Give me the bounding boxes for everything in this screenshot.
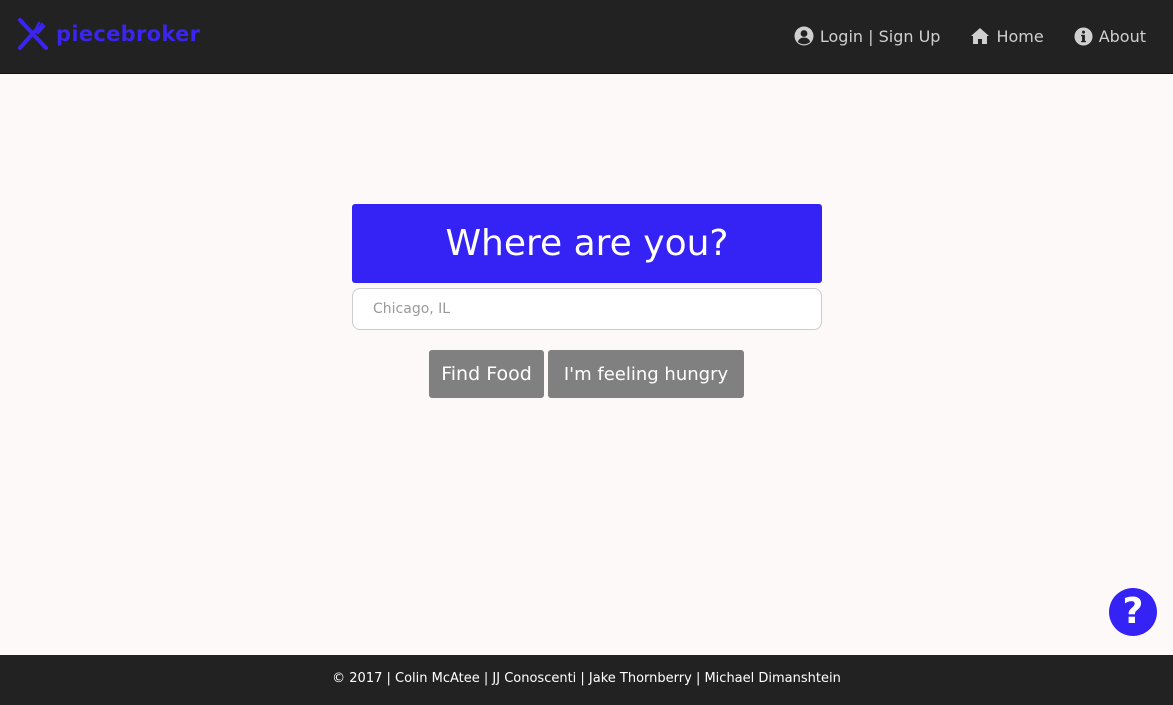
nav-links: Login | Sign Up Home About (794, 23, 1146, 49)
nav-about[interactable]: About (1074, 27, 1146, 46)
find-food-button[interactable]: Find Food (429, 350, 544, 398)
nav-login-signup[interactable]: Login | Sign Up (794, 26, 941, 46)
top-navbar: piecebroker Login | Sign Up Home About (0, 0, 1173, 74)
fork-knife-icon (18, 18, 48, 50)
nav-home[interactable]: Home (970, 26, 1044, 46)
nav-about-label: About (1098, 26, 1146, 46)
nav-home-label: Home (996, 26, 1044, 46)
location-input[interactable] (352, 288, 822, 330)
home-icon (971, 28, 990, 44)
user-circle-icon (794, 26, 814, 46)
brand-logo-link[interactable]: piecebroker (17, 17, 200, 51)
info-circle-icon (1074, 26, 1093, 46)
footer: © 2017 | Colin McAtee | JJ Conoscenti | … (0, 655, 1173, 705)
help-button[interactable]: ? (1109, 588, 1157, 636)
feeling-hungry-button[interactable]: I'm feeling hungry (548, 350, 744, 398)
brand-name: piecebroker (56, 22, 201, 46)
nav-login-signup-label: Login | Sign Up (819, 26, 941, 46)
footer-credits: © 2017 | Colin McAtee | JJ Conoscenti | … (332, 671, 841, 686)
question-icon: ? (1122, 591, 1144, 632)
location-heading: Where are you? (352, 204, 822, 283)
